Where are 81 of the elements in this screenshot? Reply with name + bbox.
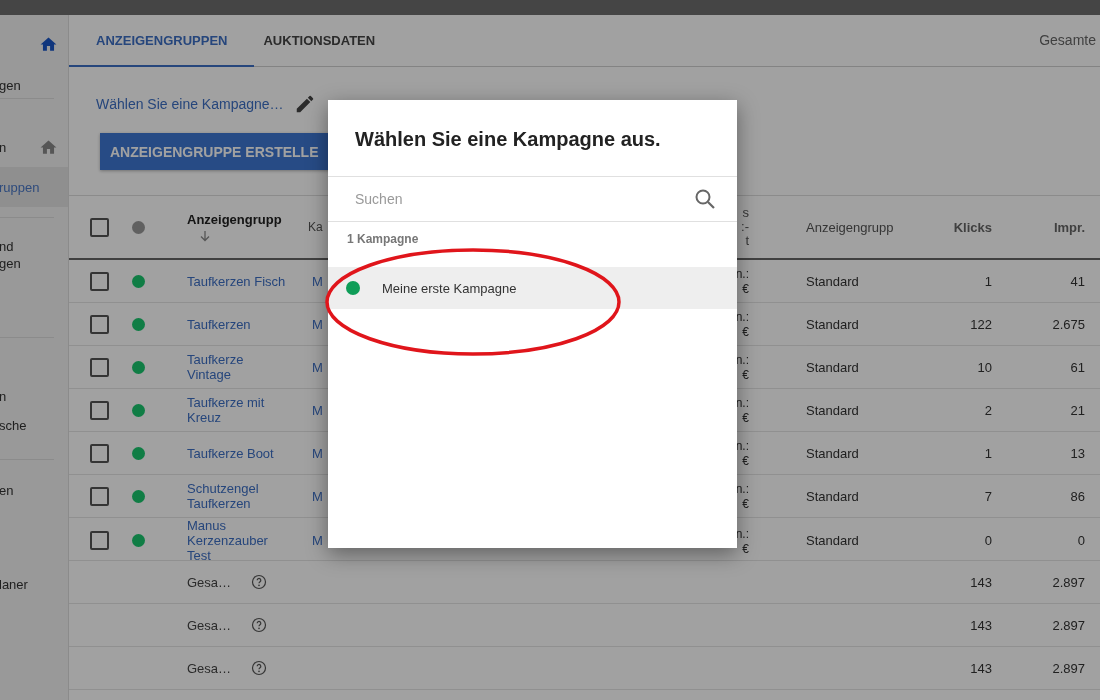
row-checkbox[interactable] (90, 357, 109, 377)
table-cell: Gesa… (187, 617, 232, 633)
column-header[interactable]: Impr. (1053, 219, 1085, 235)
table-cell: 2 (984, 402, 992, 418)
status-dot (132, 220, 145, 234)
result-count: 1 Kampagne (346, 231, 420, 248)
table-cell: n.: € (735, 353, 749, 382)
table-cell: Standard (806, 359, 859, 375)
row-checkbox[interactable] (90, 443, 109, 463)
table-cell: 2.897 (1052, 617, 1085, 633)
sidebar-item[interactable]: nd gen (0, 217, 54, 287)
table-cell: n.: € (735, 526, 749, 556)
table-cell: Gesa… (187, 574, 232, 590)
campaign-option[interactable]: Meine erste Kampagne (328, 267, 737, 309)
totals-label: Gesamte (1039, 32, 1096, 48)
table-cell: 1 (984, 273, 992, 289)
table-cell: 10 (977, 359, 992, 375)
ad-group-link[interactable]: Manus Kerzenzauber Test (187, 518, 287, 563)
sidebar-item[interactable]: sche (0, 405, 68, 445)
table-cell: n.: € (735, 482, 749, 511)
search-icon[interactable] (693, 187, 717, 211)
tab[interactable]: AUKTIONSDATEN (254, 16, 385, 67)
sort-arrow-icon[interactable] (199, 230, 211, 242)
table-cell: 13 (1070, 445, 1085, 461)
table-cell: 143 (970, 617, 992, 633)
campaign-picker-link[interactable]: Wählen Sie eine Kampagne… (96, 96, 284, 112)
row-checkbox[interactable] (90, 271, 109, 291)
table-cell: 41 (1070, 273, 1085, 289)
help-icon[interactable] (251, 574, 268, 590)
search-field[interactable]: Suchen (355, 191, 693, 207)
row-checkbox[interactable] (90, 314, 109, 334)
ad-group-link[interactable]: Taufkerze mit Kreuz (187, 395, 287, 425)
table-cell: n.: € (735, 267, 749, 296)
table-cell: 61 (1070, 359, 1085, 375)
table-cell: 2.675 (1052, 316, 1085, 332)
table-cell: n.: € (735, 396, 749, 425)
column-header[interactable]: Anzeigengrupp (806, 219, 894, 235)
table-cell: Gesa… (187, 660, 232, 676)
sidebar-item[interactable]: laner (0, 564, 68, 604)
sidebar-item[interactable]: en (0, 459, 54, 520)
table-cell: 21 (1070, 402, 1085, 418)
table-cell: 143 (970, 574, 992, 590)
table-cell: 2.897 (1052, 660, 1085, 676)
table-cell: Standard (806, 533, 859, 548)
sidebar-item[interactable]: n (0, 129, 68, 165)
row-checkbox[interactable] (90, 486, 109, 506)
table-cell: Standard (806, 402, 859, 418)
table-cell: 0 (984, 533, 992, 548)
select-all-checkbox[interactable] (90, 217, 109, 237)
row-checkbox[interactable] (90, 531, 109, 550)
table-cell: n.: € (735, 310, 749, 339)
table-cell: 7 (984, 488, 992, 504)
campaign-name: Meine erste Kampagne (382, 280, 517, 296)
table-cell: 2.897 (1052, 574, 1085, 590)
ad-group-link[interactable]: Taufkerze Vintage (187, 352, 287, 382)
table-cell: 143 (970, 660, 992, 676)
table-cell: n.: € (735, 439, 749, 468)
dialog-title: Wählen Sie eine Kampagne aus. (328, 100, 737, 177)
table-cell: Standard (806, 488, 859, 504)
sidebar-item[interactable]: n (0, 337, 54, 405)
column-header[interactable]: Anzeigengrupp (187, 212, 282, 227)
ad-group-link[interactable]: Schutzengel Taufkerzen (187, 481, 287, 511)
table-cell: 0 (1077, 533, 1085, 548)
sidebar-item[interactable]: gen (0, 15, 54, 99)
table-cell: 86 (1070, 488, 1085, 504)
table-cell: Standard (806, 273, 859, 289)
help-icon[interactable] (251, 660, 268, 676)
table-cell: Standard (806, 316, 859, 332)
ad-group-link[interactable]: Taufkerzen (187, 316, 287, 332)
ad-group-link[interactable]: Taufkerze Boot (187, 445, 287, 461)
table-cell: 1 (984, 445, 992, 461)
sidebar-item[interactable]: ruppen (0, 167, 68, 207)
table-cell: 122 (970, 316, 992, 332)
help-icon[interactable] (251, 617, 268, 633)
tab[interactable]: ANZEIGENGRUPPEN (69, 16, 255, 67)
home-icon (39, 137, 58, 157)
table-cell: Standard (806, 445, 859, 461)
column-header[interactable]: Klicks (953, 219, 992, 235)
home-icon (39, 35, 58, 54)
ad-group-link[interactable]: Taufkerzen Fisch (187, 273, 287, 289)
row-checkbox[interactable] (90, 400, 109, 420)
